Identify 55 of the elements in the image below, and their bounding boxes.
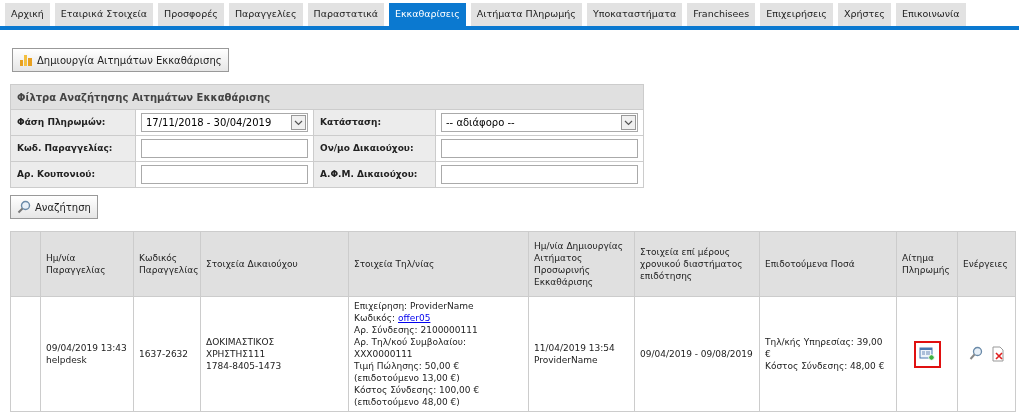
filter-input[interactable] — [441, 165, 638, 184]
column-header: Αίτημα Πληρωμής — [896, 231, 958, 297]
column-header: Ημ/νία Παραγγελίας — [40, 231, 134, 297]
column-header: Ημ/νία Δημιουργίας Αιτήματος Προσωρινής Εκκαθάρισης — [528, 231, 635, 297]
nav-tab[interactable]: Υποκαταστήματα — [586, 3, 683, 26]
nav-tab[interactable]: Αιτήματα Πληρωμής — [470, 3, 582, 26]
nav-tab[interactable]: Παραστατικά — [307, 3, 384, 26]
nav-tab[interactable]: Χρήστες — [837, 3, 891, 26]
filter-label: Κωδ. Παραγγελίας: — [11, 135, 136, 161]
telecom-detail: Επιχείρηση: ProviderName — [354, 300, 475, 312]
column-header: Στοιχεία Τηλ/νίας — [348, 231, 529, 297]
telecom-detail: Τιμή Πώλησης: 50,00 € (επιδοτούμενο 13,00 €) — [354, 360, 461, 384]
table-cell: Τηλ/κής Υπηρεσίας: 39,00 € Κόστος Σύνδεσης: 48,00 € — [759, 296, 897, 412]
search-button[interactable]: Αναζήτηση — [10, 195, 98, 219]
search-icon[interactable] — [968, 346, 983, 362]
column-header: Στοιχεία Δικαιούχου — [200, 231, 349, 297]
filter-input[interactable] — [141, 139, 308, 158]
filter-input[interactable] — [441, 139, 638, 158]
filter-dropdown[interactable]: 17/11/2018 - 30/04/2019 — [141, 113, 308, 132]
offer-link[interactable]: offer05 — [398, 313, 431, 323]
telecom-detail: Κωδικός: offer05 — [354, 312, 432, 324]
table-cell: 11/04/2019 13:54 ProviderName — [528, 296, 635, 412]
filter-label: Ον/μο Δικαιούχου: — [314, 135, 436, 161]
filter-dropdown[interactable]: -- αδιάφορο -- — [441, 113, 638, 132]
search-icon — [17, 200, 31, 214]
filter-input[interactable] — [141, 165, 308, 184]
nav-tab[interactable]: Επιχειρήσεις — [760, 3, 833, 26]
column-header: Επιδοτούμενα Ποσά — [759, 231, 897, 297]
payment-request-button[interactable] — [913, 340, 941, 368]
telecom-detail: Κόστος Σύνδεσης: 100,00 € (επιδοτούμενο 48,00 €) — [354, 384, 481, 408]
filter-label: Φάση Πληρωμών: — [11, 109, 136, 135]
nav-tab[interactable]: Franchisees — [687, 3, 756, 26]
nav-tab[interactable]: Εκκαθαρίσεις — [389, 3, 466, 26]
chart-icon — [19, 53, 33, 67]
table-cell: 1637-2632 — [133, 296, 201, 412]
table-cell: 09/04/2019 - 09/08/2019 — [634, 296, 760, 412]
telecom-detail: Αρ. Τηλ/κού Συμβολαίου: XXX0000111 — [354, 336, 467, 360]
nav-tab[interactable]: Αρχική — [5, 3, 50, 26]
table-cell: ΔΟΚΙΜΑΣΤΙΚΟΣ ΧΡΗΣΤΗΣ111 1784-8405-1473 — [200, 296, 349, 412]
telecom-detail: Αρ. Σύνδεσης: 2100000111 — [354, 324, 479, 336]
create-requests-button[interactable]: Δημιουργία Αιτημάτων Εκκαθάρισης — [12, 48, 229, 72]
filter-label: Α.Φ.Μ. Δικαιούχου: — [314, 161, 436, 187]
filter-label: Κατάσταση: — [314, 109, 436, 135]
column-header: Ενέργειες — [957, 231, 1016, 297]
delete-document-icon[interactable] — [990, 346, 1005, 362]
nav-tab[interactable]: Προσφορές — [158, 3, 224, 26]
nav-tab[interactable]: Εταιρικά Στοιχεία — [54, 3, 154, 26]
filter-panel-title: Φίλτρα Αναζήτησης Αιτημάτων Εκκαθάρισης — [11, 85, 643, 109]
column-header: Στοιχεία επί μέρους χρονικού διαστήματος επιδότησης — [634, 231, 760, 297]
table-cell: 09/04/2019 13:43 helpdesk — [40, 296, 134, 412]
nav-tab[interactable]: Επικοινωνία — [895, 3, 966, 26]
form-add-icon — [919, 347, 935, 361]
nav-tab[interactable]: Παραγγελίες — [228, 3, 303, 26]
column-header: Κωδικός Παραγγελίας — [133, 231, 201, 297]
filter-label: Αρ. Κουπονιού: — [11, 161, 136, 187]
